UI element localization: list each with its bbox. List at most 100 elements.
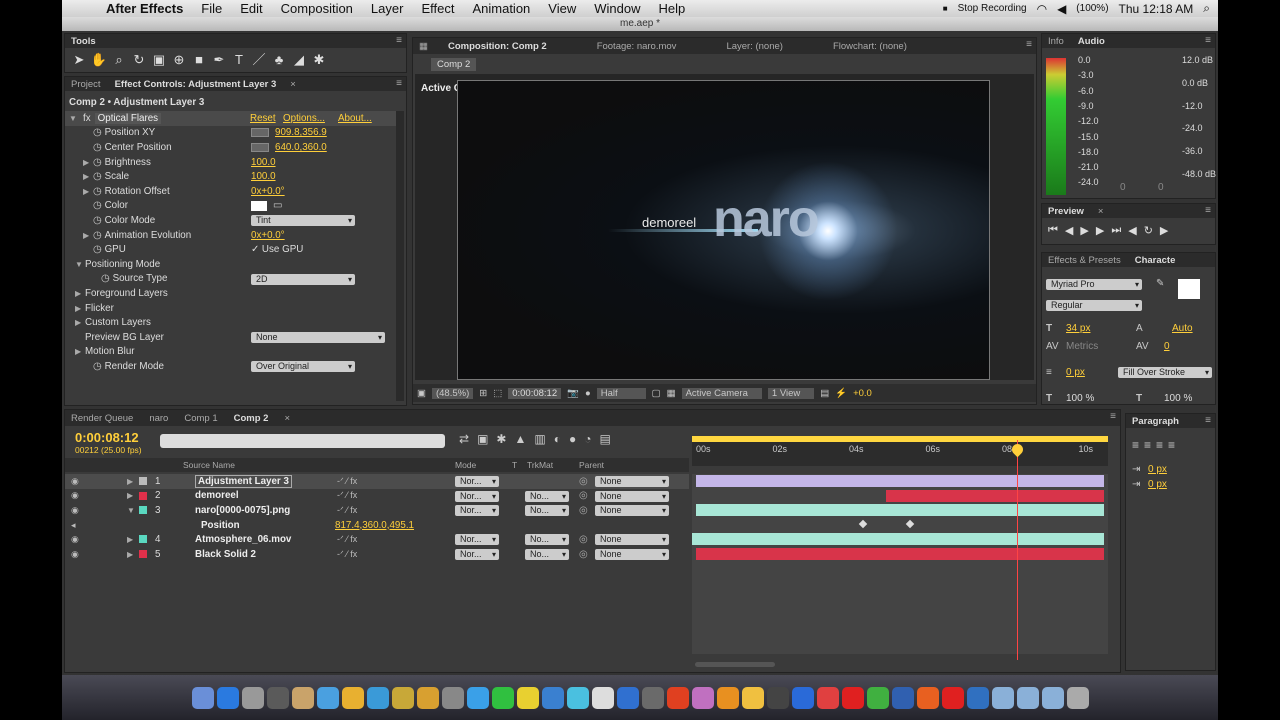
visibility-eye-icon[interactable]: ◉ — [71, 505, 81, 516]
blend-mode-dropdown[interactable]: Nor... — [455, 476, 499, 487]
layer-duration-bar[interactable] — [696, 504, 1104, 517]
gpu-checkbox[interactable]: ✓ Use GPU — [251, 244, 303, 255]
exposure-value[interactable]: +0.0 — [853, 388, 872, 399]
resolution-dropdown[interactable]: Half — [596, 387, 646, 399]
layer-name[interactable]: Atmosphere_06.mov — [195, 534, 291, 545]
prop-value[interactable]: 640.0,360.0 — [275, 142, 327, 153]
parent-dropdown[interactable]: None — [595, 549, 669, 560]
prop-dropdown[interactable]: None — [251, 332, 385, 343]
time-ruler[interactable]: 00s 02s 04s 06s 08s 10s — [692, 436, 1108, 466]
stopwatch-icon[interactable]: ◷ — [93, 157, 102, 168]
dock-fcp-icon[interactable] — [741, 686, 764, 709]
expand-triangle-icon[interactable]: ▶ — [83, 187, 93, 196]
prop-dropdown[interactable]: 2D — [251, 273, 355, 285]
effect-prop-row[interactable]: ▼ Positioning Mode — [65, 257, 398, 272]
effect-prop-row[interactable]: ◷ Source Type 2D — [65, 272, 398, 287]
layer-row[interactable]: ◉ ▼ 3 naro[0000-0075].png -⁠ᐟ ⁄ fx Nor... No..… — [65, 503, 689, 518]
dock-folder-icon[interactable] — [1016, 686, 1039, 709]
dock-tv-icon[interactable] — [891, 686, 914, 709]
align-center-icon[interactable]: ≡ — [1144, 438, 1151, 452]
effect-prop-row[interactable]: ◷ Color ▭ — [65, 199, 398, 214]
stopwatch-icon[interactable]: ◷ — [93, 244, 102, 255]
effect-prop-row[interactable]: ▶ ◷ Animation Evolution 0x+0.0° — [65, 228, 398, 243]
tab-flowchart[interactable]: Flowchart: (none) — [833, 41, 907, 52]
effect-prop-row[interactable]: ◷ Center Position 640.0,360.0 — [65, 140, 398, 155]
effect-prop-row[interactable]: ▶ Motion Blur — [65, 345, 398, 360]
stopwatch-icon[interactable]: ◷ — [93, 186, 102, 197]
menu-layer[interactable]: Layer — [362, 1, 413, 16]
battery-label[interactable]: (100%) — [1076, 3, 1108, 14]
layer-expand-icon[interactable]: ▶ — [127, 491, 133, 500]
layer-name[interactable]: Position — [201, 520, 240, 531]
dock-word-icon[interactable] — [491, 686, 514, 709]
crosshair-icon[interactable] — [251, 142, 269, 152]
trkmat-dropdown[interactable]: No... — [525, 534, 569, 546]
layer-expand-icon[interactable]: ▶ — [127, 477, 133, 486]
zoom-tool-icon[interactable]: ⌕ — [109, 51, 129, 69]
options-link[interactable]: Options... — [283, 113, 325, 124]
keyframe-marker[interactable] — [905, 519, 915, 529]
dock-itunes-icon[interactable] — [441, 686, 464, 709]
layer-expand-icon[interactable]: ▶ — [127, 550, 133, 559]
col-mode[interactable]: Mode — [455, 460, 476, 470]
hand-tool-icon[interactable]: ✋ — [89, 51, 109, 69]
align-right-icon[interactable]: ≡ — [1156, 438, 1163, 452]
timecode[interactable]: 0:00:08:12 — [75, 430, 139, 445]
col-source-name[interactable]: Source Name — [183, 460, 235, 470]
effect-prop-row[interactable]: ◷ Render Mode Over Original — [65, 359, 398, 374]
layer-switches[interactable]: -⁠ᐟ ⁄ fx — [337, 534, 357, 545]
camera-tool-icon[interactable]: ▣ — [149, 51, 169, 69]
dock-finder-icon[interactable] — [191, 686, 214, 709]
prop-value[interactable]: 100.0 — [251, 157, 276, 168]
dock-photo-icon[interactable] — [266, 686, 289, 709]
menu-view[interactable]: View — [539, 1, 585, 16]
rectangle-tool-icon[interactable]: ■ — [189, 51, 209, 69]
dock-chrome-icon[interactable] — [566, 686, 589, 709]
fill-color-swatch[interactable] — [1178, 279, 1200, 299]
menu-composition[interactable]: Composition — [272, 1, 362, 16]
menu-help[interactable]: Help — [649, 1, 694, 16]
camera-dropdown[interactable]: Active Camera — [681, 387, 762, 399]
stop-recording[interactable]: Stop Recording — [958, 3, 1027, 14]
zoom-slider[interactable] — [695, 662, 775, 667]
dock-appstore-icon[interactable] — [541, 686, 564, 709]
layer-duration-bar[interactable] — [696, 475, 1104, 487]
always-preview-icon[interactable]: ▣ — [417, 388, 426, 399]
col-parent[interactable]: Parent — [579, 460, 604, 470]
visibility-eye-icon[interactable]: ◉ — [71, 476, 81, 487]
comp-canvas[interactable]: demoreel naro — [457, 80, 990, 380]
crosshair-icon[interactable] — [251, 128, 269, 138]
view-layout-dropdown[interactable]: 1 View — [767, 387, 815, 399]
blend-mode-dropdown[interactable]: Nor... — [455, 549, 499, 560]
menu-edit[interactable]: Edit — [231, 1, 271, 16]
effect-prop-row[interactable]: ▶ ◷ Brightness 100.0 — [65, 155, 398, 170]
dock-flash-icon[interactable] — [816, 686, 839, 709]
close-icon[interactable]: × — [284, 413, 290, 424]
roi-icon[interactable]: ▢ — [652, 388, 661, 399]
fast-preview-icon[interactable]: ⚡ — [835, 388, 847, 399]
layer-expand-icon[interactable]: ▶ — [127, 535, 133, 544]
tab-comp2[interactable]: Comp 2 — [234, 413, 269, 424]
layer-name[interactable]: Black Solid 2 — [195, 549, 256, 560]
layer-row[interactable]: ◂ Position 817.4,360.0,495.1 — [65, 518, 689, 533]
dock-calendar-icon[interactable] — [366, 686, 389, 709]
vertical-scale-value[interactable]: 100 % — [1066, 393, 1094, 404]
dock-dashboard-icon[interactable] — [216, 686, 239, 709]
snapshot-icon[interactable]: 📷 — [567, 388, 579, 399]
dock-textedit-icon[interactable] — [391, 686, 414, 709]
eyedropper-icon[interactable]: ▭ — [273, 200, 282, 211]
layer-row[interactable]: ◉ ▶ 2 demoreel -⁠ᐟ ⁄ fx Nor... No... ◎ None — [65, 489, 689, 504]
position-value[interactable]: 817.4,360.0,495.1 — [335, 520, 414, 531]
layer-switches[interactable]: -⁠ᐟ ⁄ fx — [337, 505, 357, 516]
pickwhip-icon[interactable]: ◎ — [579, 534, 588, 545]
hide-shy-icon[interactable]: ▲ — [514, 432, 526, 446]
expand-triangle-icon[interactable]: ▶ — [75, 304, 85, 313]
panel-menu-icon[interactable]: ≡ — [1205, 35, 1211, 46]
expand-triangle-icon[interactable]: ▼ — [75, 260, 85, 269]
stopwatch-icon[interactable]: ◷ — [93, 171, 102, 182]
effect-prop-row[interactable]: ◷ Position XY 909.8,356.9 — [65, 126, 398, 141]
menu-effect[interactable]: Effect — [412, 1, 463, 16]
eraser-tool-icon[interactable]: ◢ — [289, 51, 309, 69]
region-icon[interactable]: ⬚ — [493, 388, 502, 399]
stroke-width-value[interactable]: 0 px — [1066, 367, 1085, 378]
